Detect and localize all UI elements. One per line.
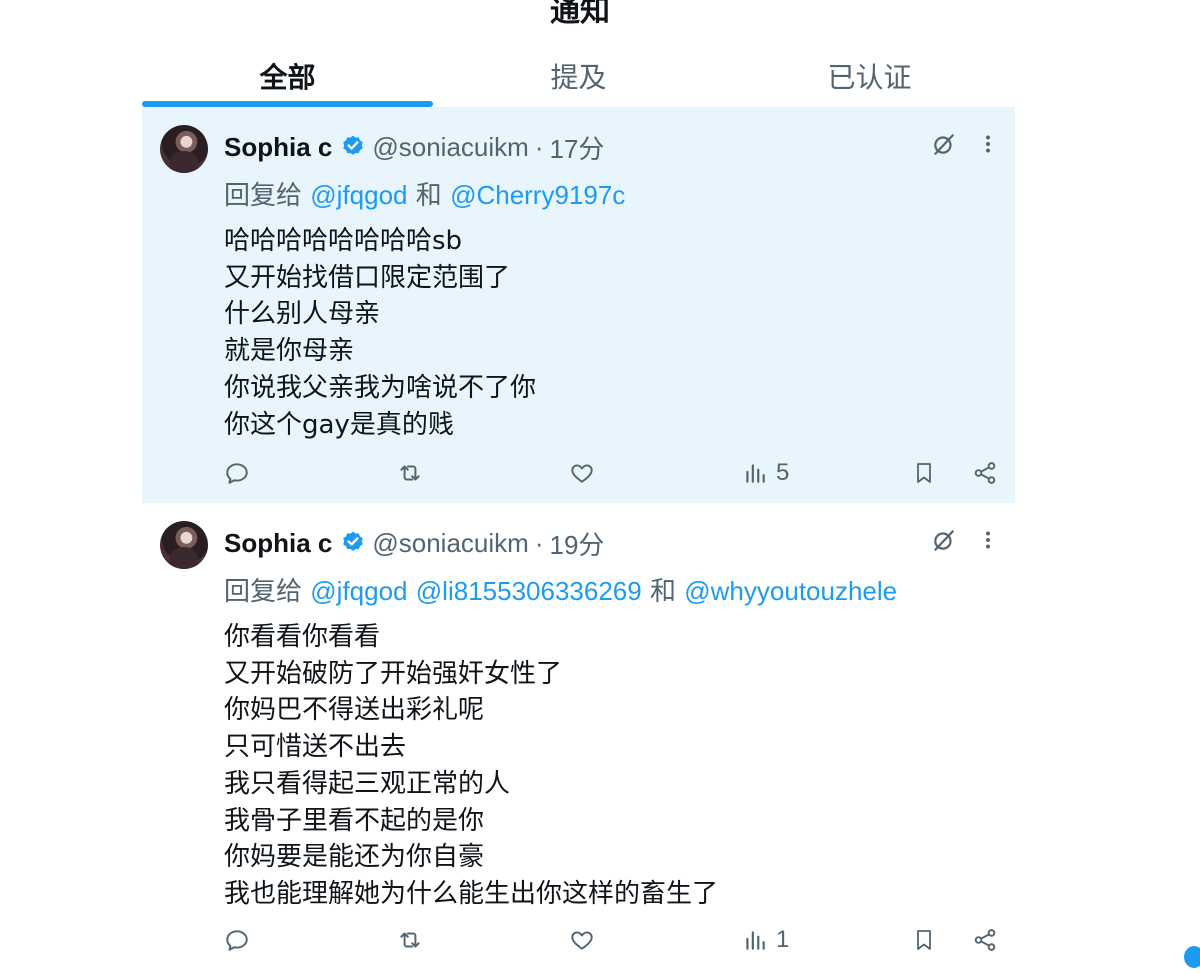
retweet-icon [400, 465, 420, 481]
bookmark-icon [917, 930, 931, 950]
avatar[interactable] [160, 521, 208, 569]
tweet-line: 我骨子里看不起的是你 [224, 805, 485, 836]
tweet-line: 又开始破防了开始强奸女性了 [224, 658, 563, 689]
share-button[interactable] [972, 927, 998, 953]
reply-conjunction: 和 [649, 577, 676, 607]
tweet-line: 又开始找借口限定范围了 [224, 262, 511, 293]
grok-icon[interactable] [931, 527, 957, 553]
tab-verified[interactable]: 已认证 [724, 40, 1015, 107]
mention-link[interactable]: @jfqgod [310, 180, 407, 210]
mention-link[interactable]: @whyyoutouzhele [684, 576, 897, 606]
tweet-line: 我只看得起三观正常的人 [224, 768, 511, 799]
more-icon[interactable] [979, 131, 997, 157]
reply-context: 回复给 @jfqgod 和 @Cherry9197c [224, 175, 625, 212]
handle[interactable]: @soniacuikm [372, 132, 528, 163]
more-icon[interactable] [979, 527, 997, 553]
bookmark-button[interactable] [912, 927, 936, 953]
share-button[interactable] [972, 460, 998, 486]
reply-context: 回复给 @jfqgod @li8155306336269 和 @whyyouto… [224, 571, 897, 608]
like-icon [571, 464, 593, 483]
tweet-actions: 5 [224, 457, 999, 489]
reply-icon [226, 930, 248, 951]
retweet-button[interactable] [396, 460, 424, 486]
bookmark-button[interactable] [912, 460, 936, 486]
tweet-header: Sophia c @soniacuikm · 17分 [224, 129, 604, 165]
handle[interactable]: @soniacuikm [372, 528, 528, 559]
verified-badge-icon [343, 531, 364, 551]
timestamp[interactable]: 19分 [549, 525, 604, 562]
tweet-line: 你妈巴不得送出彩礼呢 [224, 695, 485, 726]
tweet-line: 你妈要是能还为你自豪 [224, 842, 485, 873]
share-icon [974, 462, 996, 484]
tweet-header-actions [931, 131, 997, 157]
views-icon [746, 931, 765, 950]
tweet-line: 我也能理解她为什么能生出你这样的畜生了 [224, 878, 719, 909]
tab-label: 已认证 [827, 61, 912, 94]
verified-badge-icon [343, 135, 364, 155]
tweet-line: 你看看你看看 [224, 622, 381, 652]
display-name[interactable]: Sophia c [224, 132, 332, 163]
separator: · [534, 527, 544, 558]
tweet-line: 你这个gay是真的贱 [224, 409, 454, 440]
reply-icon [226, 463, 248, 484]
grok-icon[interactable] [931, 131, 957, 157]
tab-label: 提及 [550, 61, 607, 94]
timestamp[interactable]: 17分 [549, 129, 604, 166]
retweet-icon [400, 932, 420, 948]
like-button[interactable] [569, 460, 595, 486]
separator: · [534, 131, 544, 162]
mention-link[interactable]: @li8155306336269 [416, 576, 642, 606]
tab-bar: 全部 提及 已认证 [142, 40, 1015, 107]
like-button[interactable] [569, 927, 595, 953]
display-name[interactable]: Sophia c [224, 528, 332, 559]
tweet-line: 就是你母亲 [224, 336, 355, 367]
tweet-text: 你看看你看看 又开始破防了开始强奸女性了 你妈巴不得送出彩礼呢 只可惜送不出去 … [224, 619, 718, 913]
tweet-line: 什么别人母亲 [224, 299, 381, 330]
views-count: 5 [776, 459, 790, 486]
views-icon [746, 464, 765, 483]
floating-action-indicator[interactable] [1184, 946, 1200, 968]
tweet-actions: 1 [224, 924, 999, 956]
reply-prefix: 回复给 [224, 181, 303, 211]
reply-button[interactable] [224, 927, 250, 953]
mention-link[interactable]: @jfqgod [310, 576, 407, 606]
tweet[interactable]: Sophia c @soniacuikm · 17分 回复给 @jfqgod 和… [142, 107, 1015, 503]
mention-link[interactable]: @Cherry9197c [450, 180, 625, 210]
reply-button[interactable] [224, 460, 250, 486]
tweet-header-actions [931, 527, 997, 553]
tab-all[interactable]: 全部 [142, 40, 433, 107]
tweet-line: 你说我父亲我为啥说不了你 [224, 372, 537, 403]
bookmark-icon [917, 463, 931, 483]
page-title: 通知 [550, 0, 610, 29]
tweet-line: 只可惜送不出去 [224, 732, 407, 763]
tweet-header: Sophia c @soniacuikm · 19分 [224, 525, 604, 561]
notification-feed: Sophia c @soniacuikm · 17分 回复给 @jfqgod 和… [142, 107, 1015, 973]
share-icon [974, 929, 996, 951]
tweet-text: 哈哈哈哈哈哈哈哈sb 又开始找借口限定范围了 什么别人母亲 就是你母亲 你说我父… [224, 223, 536, 443]
tab-label: 全部 [259, 61, 316, 94]
reply-prefix: 回复给 [224, 577, 303, 607]
tweet-line: 哈哈哈哈哈哈哈哈sb [224, 226, 463, 256]
tab-mentions[interactable]: 提及 [433, 40, 724, 107]
views-count: 1 [776, 926, 790, 953]
tweet[interactable]: Sophia c @soniacuikm · 19分 回复给 @jfqgod @… [142, 503, 1015, 973]
views-button[interactable]: 5 [742, 459, 789, 487]
avatar[interactable] [160, 125, 208, 173]
views-button[interactable]: 1 [742, 926, 789, 954]
retweet-button[interactable] [396, 927, 424, 953]
like-icon [571, 931, 593, 950]
reply-conjunction: 和 [415, 181, 442, 211]
